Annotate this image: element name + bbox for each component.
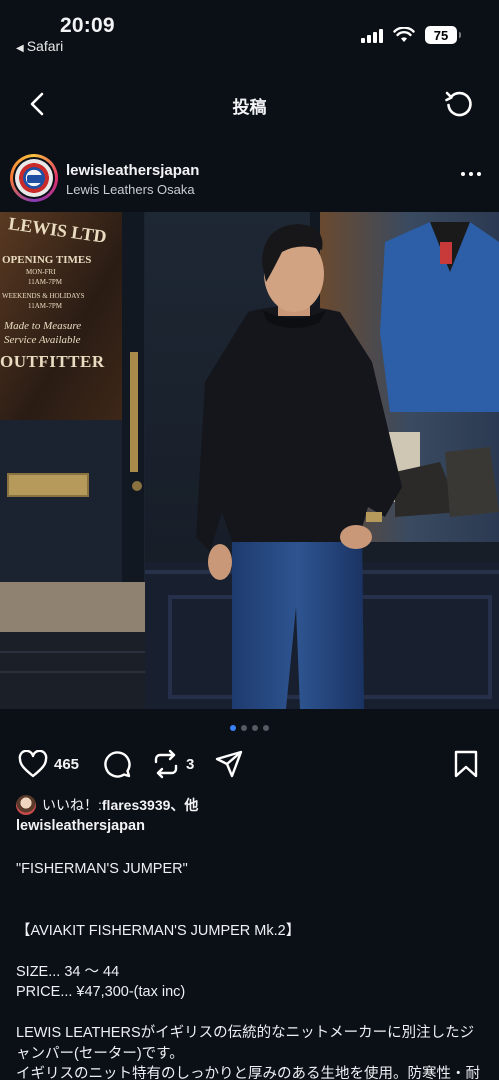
post-username[interactable]: lewisleathersjapan — [66, 162, 199, 179]
sign-opening-hours: 11AM-7PM — [28, 278, 62, 286]
back-triangle-icon: ◀ — [16, 43, 24, 54]
battery-indicator: 75 — [425, 26, 461, 44]
carousel-dot-active — [230, 725, 236, 731]
post-photo[interactable]: LEWIS LTD OPENING TIMES MON-FRI 11AM-7PM… — [0, 212, 499, 709]
liked-by-label: いいね！: — [42, 797, 102, 813]
comment-group — [102, 748, 132, 780]
sign-weekend-hours: 11AM-7PM — [28, 302, 62, 310]
share-group — [214, 748, 244, 780]
liked-by-row[interactable]: いいね！: flares3939 、他 — [16, 795, 198, 815]
window-signage: LEWIS LTD OPENING TIMES MON-FRI 11AM-7PM… — [0, 212, 122, 420]
status-icons: 75 — [361, 26, 461, 44]
wifi-icon — [393, 27, 415, 42]
heart-icon[interactable] — [18, 750, 48, 778]
top-nav: 投稿 — [0, 76, 499, 132]
caption-line: SIZE... 34 〜 44 — [16, 963, 120, 980]
repost-icon[interactable] — [152, 749, 180, 779]
liker-avatar — [16, 795, 36, 815]
caption-line — [16, 900, 486, 921]
caption-line: "FISHERMAN'S JUMPER" — [16, 861, 188, 877]
caption-username[interactable]: lewisleathersjapan — [16, 818, 145, 834]
sign-shop-name: LEWIS LTD — [7, 213, 108, 247]
status-bar: 20:09 ◀ Safari 75 — [0, 0, 499, 64]
carousel-dot — [263, 725, 269, 731]
carousel-dot — [241, 725, 247, 731]
refresh-icon[interactable] — [443, 88, 475, 120]
sign-opening-days: MON-FRI — [26, 268, 56, 276]
share-send-icon[interactable] — [214, 749, 244, 779]
liked-by-user[interactable]: flares3939 — [102, 797, 171, 813]
more-options-icon[interactable] — [461, 172, 481, 176]
sign-opening-title: OPENING TIMES — [2, 254, 92, 266]
bookmark-icon[interactable] — [453, 750, 479, 778]
cellular-signal-icon — [361, 27, 383, 43]
caption-line — [16, 1003, 486, 1024]
avatar[interactable] — [10, 154, 58, 202]
sign-outfitter: OUTFITTER — [0, 352, 105, 371]
comment-icon[interactable] — [102, 749, 132, 779]
brand-logo-avatar — [15, 159, 53, 197]
caption-text: "FISHERMAN'S JUMPER" 【AVIAKIT FISHERMAN'… — [16, 859, 486, 1080]
caption-line: 【AVIAKIT FISHERMAN'S JUMPER Mk.2】 — [16, 922, 301, 939]
repost-count[interactable]: 3 — [186, 756, 194, 773]
caption-line: PRICE... ¥47,300-(tax inc) — [16, 984, 186, 1000]
carousel-dot — [252, 725, 258, 731]
sign-service-available: Service Available — [4, 334, 81, 346]
post-location[interactable]: Lewis Leathers Osaka — [66, 182, 195, 197]
back-app-label: Safari — [26, 38, 64, 54]
carousel-indicator — [0, 725, 499, 731]
caption-line — [16, 880, 486, 901]
like-group: 465 — [18, 748, 79, 780]
sign-made-to-measure: Made to Measure — [4, 320, 82, 332]
caption-line: イギリスのニット特有のしっかりと厚みのある生地を使用。防寒性・耐 — [16, 1066, 480, 1080]
repost-group: 3 — [152, 748, 194, 780]
liked-by-suffix: 、他 — [170, 797, 199, 813]
post-actions: 465 3 — [0, 744, 499, 784]
caption-line: LEWIS LEATHERSがイギリスの伝統的なニットメーカーに別注したジャンパ… — [16, 1025, 475, 1062]
sign-weekend-days: WEEKENDS & HOLIDAYS — [2, 292, 85, 300]
clock: 20:09 — [60, 14, 115, 37]
back-to-app-link[interactable]: ◀ Safari — [16, 38, 63, 54]
like-count[interactable]: 465 — [54, 756, 79, 773]
page-title: 投稿 — [232, 98, 267, 117]
post-header: lewisleathersjapan Lewis Leathers Osaka — [0, 146, 499, 208]
caption-line — [16, 941, 486, 962]
